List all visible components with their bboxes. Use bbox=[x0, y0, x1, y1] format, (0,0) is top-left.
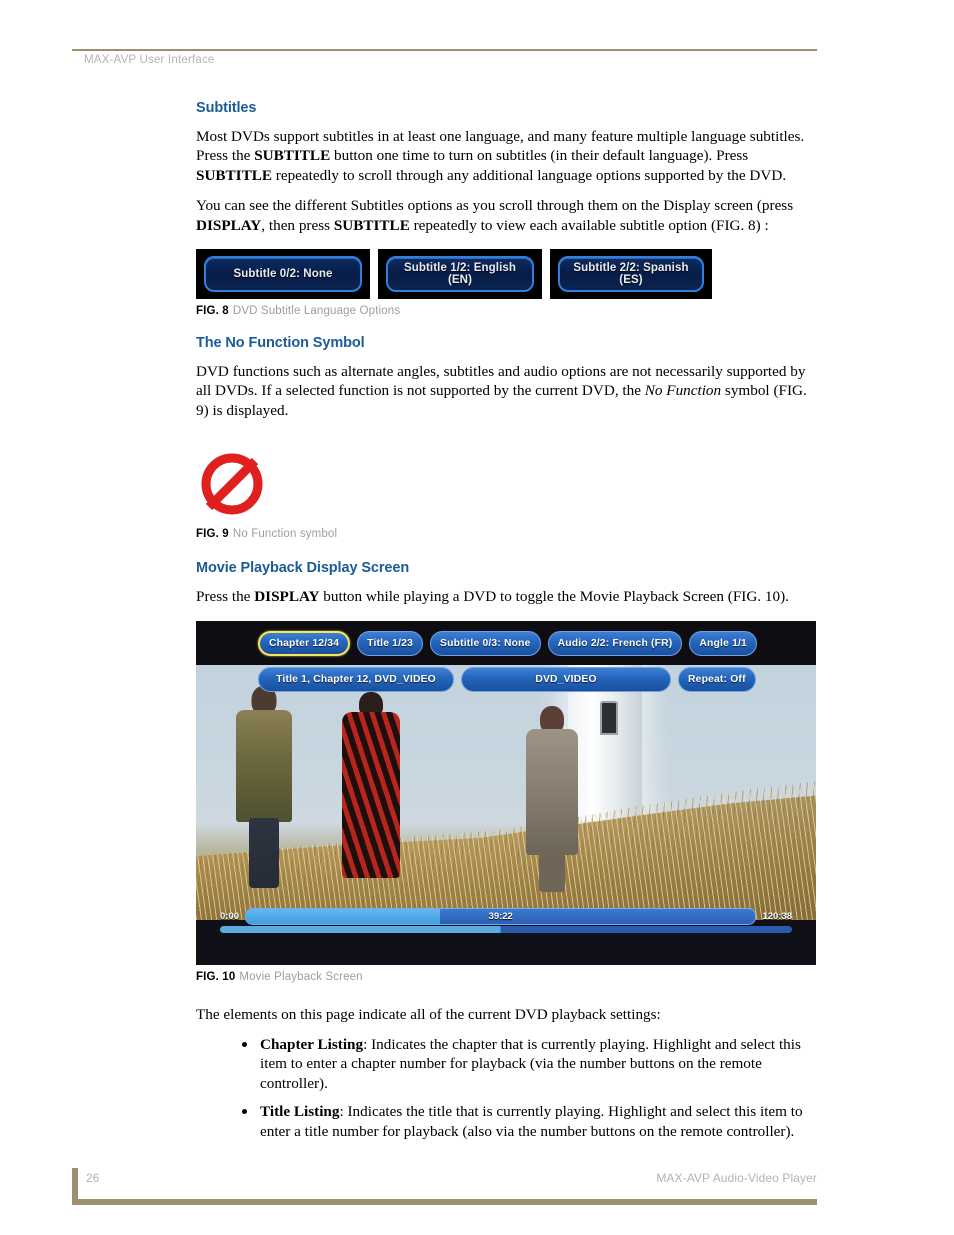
list-item-term: Title Listing bbox=[260, 1103, 340, 1121]
osd-repeat-mode[interactable]: Repeat: Off bbox=[678, 666, 756, 692]
figure-8-label: FIG. 8 bbox=[196, 305, 229, 318]
progress-track[interactable]: 39:22 bbox=[245, 907, 757, 925]
paragraph-no-function: DVD functions such as alternate angles, … bbox=[196, 362, 818, 420]
person-figure-left bbox=[236, 685, 292, 888]
subtitle-button-panel-none: Subtitle 0/2: None bbox=[196, 249, 370, 300]
list-item-term: Chapter Listing bbox=[260, 1036, 364, 1054]
progress-fill bbox=[246, 908, 440, 924]
text-fragment: You can see the different Subtitles opti… bbox=[196, 197, 794, 215]
heading-movie-playback: Movie Playback Display Screen bbox=[196, 560, 410, 577]
lighthouse-window-graphic bbox=[600, 700, 618, 735]
text-fragment: Press the bbox=[196, 588, 255, 606]
term-no-function: No Function bbox=[644, 382, 722, 400]
figure-10-caption: FIG. 10 Movie Playback Screen bbox=[196, 971, 818, 983]
keycap-subtitle-2: SUBTITLE bbox=[196, 166, 272, 184]
person-torso bbox=[526, 728, 578, 855]
osd-chapter-listing[interactable]: Chapter 12/34 bbox=[258, 630, 351, 656]
figure-9-caption-text: No Function symbol bbox=[232, 528, 338, 541]
paragraph-elements-intro: The elements on this page indicate all o… bbox=[196, 1005, 661, 1023]
osd-current-position[interactable]: Title 1, Chapter 12, DVD_VIDEO bbox=[258, 666, 454, 692]
footer-page-number: 26 bbox=[86, 1171, 100, 1185]
paragraph-movie-playback: Press the DISPLAY button while playing a… bbox=[196, 587, 818, 606]
paragraph-subtitles-1: Most DVDs support subtitles in at least … bbox=[196, 127, 818, 185]
progress-bar-shadow bbox=[220, 925, 792, 933]
progress-current-time: 39:22 bbox=[488, 910, 513, 922]
osd-disc-label[interactable]: DVD_VIDEO bbox=[461, 666, 671, 692]
progress-start-time: 0:00 bbox=[220, 910, 240, 922]
video-scene-image bbox=[196, 664, 816, 920]
keycap-display-2: DISPLAY bbox=[254, 588, 320, 606]
page-content: Subtitles Most DVDs support subtitles in… bbox=[196, 100, 818, 1150]
text-fragment: button while playing a DVD to toggle the… bbox=[319, 588, 789, 606]
subtitle-option-spanish[interactable]: Subtitle 2/2: Spanish (ES) bbox=[558, 256, 704, 293]
figure-9-label: FIG. 9 bbox=[196, 528, 229, 541]
playback-progress-bar[interactable]: 0:00 39:22 120:38 bbox=[196, 907, 816, 925]
keycap-display: DISPLAY bbox=[196, 216, 262, 234]
list-item-text: : Indicates the title that is currently … bbox=[260, 1103, 803, 1140]
keycap-subtitle-3: SUBTITLE bbox=[333, 216, 410, 234]
person-figure-middle bbox=[342, 691, 400, 882]
running-header-title: MAX-AVP User Interface bbox=[84, 54, 215, 66]
header-rule bbox=[72, 49, 817, 51]
person-torso bbox=[236, 709, 292, 822]
osd-title-listing[interactable]: Title 1/23 bbox=[357, 630, 424, 656]
subtitle-button-panel-english: Subtitle 1/2: English (EN) bbox=[378, 249, 542, 300]
subtitle-option-none[interactable]: Subtitle 0/2: None bbox=[204, 256, 362, 293]
footer-rule bbox=[72, 1199, 817, 1205]
text-fragment: , then press bbox=[261, 216, 334, 234]
heading-no-function-symbol: The No Function Symbol bbox=[196, 335, 365, 352]
osd-audio-setting[interactable]: Audio 2/2: French (FR) bbox=[547, 630, 683, 656]
figure-9-no-function bbox=[196, 446, 818, 518]
figure-10-playback-screen: Chapter 12/34 Title 1/23 Subtitle 0/3: N… bbox=[196, 620, 818, 965]
text-fragment: repeatedly to scroll through any additio… bbox=[271, 166, 787, 184]
osd-angle-setting[interactable]: Angle 1/1 bbox=[689, 630, 757, 656]
subtitle-button-panel-spanish: Subtitle 2/2: Spanish (ES) bbox=[550, 249, 712, 300]
playback-elements-list: Chapter Listing: Indicates the chapter t… bbox=[196, 1035, 818, 1141]
text-fragment: repeatedly to view each available subtit… bbox=[409, 216, 769, 234]
keycap-subtitle-1: SUBTITLE bbox=[254, 147, 331, 165]
footer-product-name: MAX-AVP Audio-Video Player bbox=[656, 1171, 817, 1185]
list-item-chapter-listing: Chapter Listing: Indicates the chapter t… bbox=[232, 1035, 818, 1093]
osd-status-row-secondary: Title 1, Chapter 12, DVD_VIDEO DVD_VIDEO… bbox=[196, 666, 816, 692]
list-item-title-listing: Title Listing: Indicates the title that … bbox=[232, 1102, 818, 1141]
progress-total-time: 120:38 bbox=[762, 910, 792, 922]
person-legs bbox=[539, 851, 565, 892]
figure-8-subtitle-buttons: Subtitle 0/2: None Subtitle 1/2: English… bbox=[196, 249, 818, 300]
paragraph-subtitles-2: You can see the different Subtitles opti… bbox=[196, 196, 818, 235]
figure-10-caption-text: Movie Playback Screen bbox=[239, 970, 363, 983]
person-legs bbox=[249, 817, 279, 888]
figure-9-caption: FIG. 9 No Function symbol bbox=[196, 528, 818, 540]
heading-subtitles: Subtitles bbox=[196, 100, 257, 116]
figure-8-caption-text: DVD Subtitle Language Options bbox=[232, 305, 401, 318]
figure-8-caption: FIG. 8 DVD Subtitle Language Options bbox=[196, 305, 818, 317]
no-function-icon bbox=[201, 453, 263, 515]
osd-status-row-primary: Chapter 12/34 Title 1/23 Subtitle 0/3: N… bbox=[196, 630, 816, 656]
figure-10-label: FIG. 10 bbox=[196, 970, 236, 983]
osd-subtitle-setting[interactable]: Subtitle 0/3: None bbox=[430, 630, 541, 656]
text-fragment: button one time to turn on subtitles (in… bbox=[330, 147, 749, 165]
dvd-playback-screen: Chapter 12/34 Title 1/23 Subtitle 0/3: N… bbox=[196, 620, 816, 965]
person-torso bbox=[342, 711, 400, 878]
person-figure-right bbox=[526, 705, 578, 892]
subtitle-option-english[interactable]: Subtitle 1/2: English (EN) bbox=[386, 256, 534, 293]
